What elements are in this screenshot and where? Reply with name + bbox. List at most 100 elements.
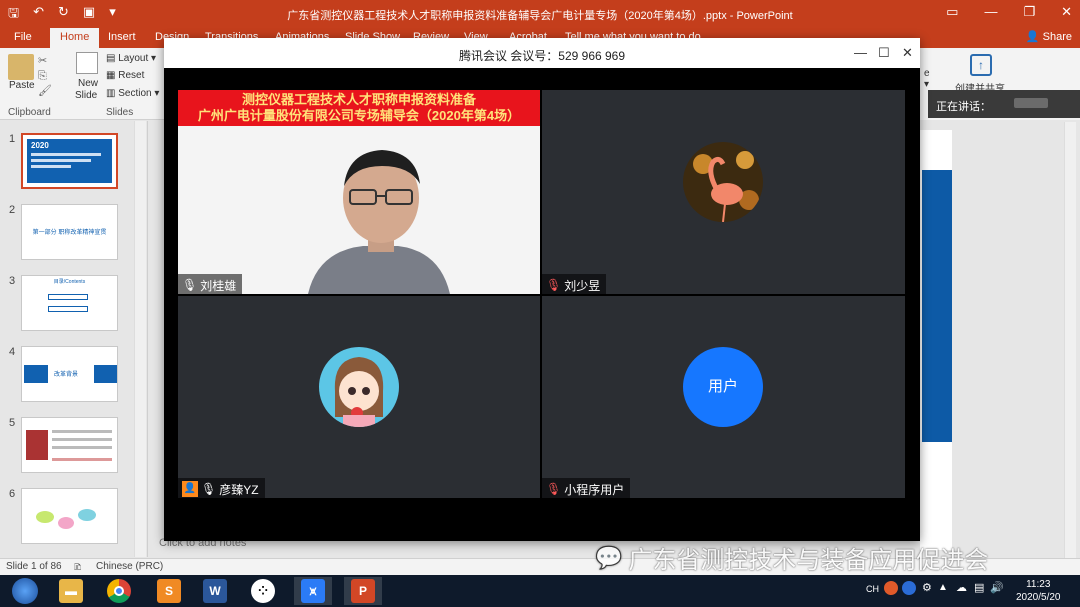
- video-tile-participant[interactable]: 用户 🎙 小程序用户: [542, 296, 905, 498]
- close-icon[interactable]: ✕: [1061, 4, 1072, 20]
- taskbar-app[interactable]: ⁘: [244, 577, 282, 605]
- slide-canvas-edge: [920, 130, 952, 550]
- canvas-scrollbar[interactable]: [1064, 122, 1076, 558]
- tab-home[interactable]: Home: [50, 28, 100, 48]
- flamingo-icon: [693, 151, 759, 222]
- show-hidden-icons[interactable]: ▲: [938, 582, 948, 593]
- new-slide-icon[interactable]: [76, 52, 98, 74]
- clock[interactable]: 11:23 2020/5/20: [1016, 578, 1061, 604]
- slide-number: 6: [9, 488, 16, 500]
- speaking-indicator: 正在讲话：: [928, 90, 1080, 118]
- video-tile-speaker[interactable]: 测控仪器工程技术人才职称申报资料准备 广州广电计量股份有限公司专场辅导会（202…: [178, 90, 540, 294]
- slides-group-label: Slides: [106, 107, 134, 118]
- video-banner: 测控仪器工程技术人才职称申报资料准备 广州广电计量股份有限公司专场辅导会（202…: [178, 90, 540, 126]
- slide-counter: Slide 1 of 86: [6, 561, 62, 572]
- close-icon[interactable]: ✕: [902, 45, 913, 61]
- slide-number: 1: [9, 133, 16, 145]
- thumb6-bubble: [58, 517, 74, 529]
- volume-icon[interactable]: 🔊: [990, 581, 1004, 594]
- microphone-icon: 🎙: [201, 482, 217, 496]
- cartoon-face: [339, 371, 379, 411]
- banner-line2: 广州广电计量股份有限公司专场辅导会（2020年第4场）: [197, 108, 521, 123]
- thumb5-line: [52, 430, 112, 433]
- thumb1-line: [31, 153, 101, 156]
- reset-button[interactable]: ▦ Reset: [106, 70, 144, 81]
- language-indicator[interactable]: Chinese (PRC): [96, 561, 163, 572]
- slide-number: 4: [9, 346, 16, 358]
- paste-icon[interactable]: [8, 54, 34, 80]
- participant-name: 彦臻YZ: [219, 482, 259, 497]
- slide-thumbnail-4[interactable]: 改革背景: [21, 346, 118, 402]
- thumb4-block: [94, 365, 117, 383]
- participant-name: 刘桂雄: [200, 278, 237, 293]
- tencent-meeting-window: 腾讯会议 会议号：529 966 969 — ☐ ✕ 测控仪器工程技术人才职称申…: [164, 38, 920, 541]
- start-button[interactable]: [6, 577, 44, 605]
- video-tile-participant[interactable]: 👤 🎙 彦臻YZ: [178, 296, 540, 498]
- share-button[interactable]: 👤 Share: [1026, 30, 1072, 43]
- cartoon-dress: [343, 415, 375, 427]
- slide-thumbnail-3[interactable]: 目录/Contents: [21, 275, 118, 331]
- new-slide-button-label1[interactable]: New: [78, 78, 98, 89]
- thumb4-block: [24, 365, 48, 383]
- thumb2-text: 第一部分 职称改革精神宣贯: [32, 230, 107, 236]
- taskbar-word[interactable]: W: [196, 577, 234, 605]
- thumb5-line: [52, 458, 112, 461]
- video-tile-participant[interactable]: 🎙 刘少昱: [542, 90, 905, 294]
- tencent-meeting-icon: ⩙: [301, 579, 325, 603]
- share-upload-icon[interactable]: ↑: [970, 54, 992, 76]
- banner-line1: 测控仪器工程技术人才职称申报资料准备: [241, 92, 476, 107]
- new-slide-button-label2[interactable]: Slide: [75, 90, 97, 101]
- microphone-muted-icon: 🎙: [546, 482, 562, 496]
- cartoon-eye: [348, 387, 356, 395]
- thumbnails-scrollbar[interactable]: [134, 121, 146, 557]
- sogou-ime-icon[interactable]: [884, 581, 898, 595]
- taskbar-powerpoint[interactable]: P: [344, 577, 382, 605]
- paste-button[interactable]: Paste: [9, 80, 35, 91]
- thumb3-box: [48, 294, 88, 300]
- video-frame: [178, 126, 540, 294]
- microphone-icon: 🎙: [182, 278, 198, 292]
- restore-icon[interactable]: ❐: [1023, 4, 1035, 20]
- thumb1-year: 2020: [31, 141, 49, 150]
- speaker-shoulders: [308, 246, 450, 294]
- thumb5-line: [52, 438, 112, 441]
- slide-thumbnail-1[interactable]: 2020: [21, 133, 118, 189]
- windows-logo-icon: [12, 578, 38, 604]
- ribbon-options-icon[interactable]: ▭: [946, 4, 958, 20]
- cloud-icon[interactable]: ☁: [956, 581, 967, 594]
- watermark-text: 广东省测控技术与装备应用促进会: [628, 546, 989, 574]
- taskbar-explorer[interactable]: ▬: [52, 577, 90, 605]
- ribbon-more-icon[interactable]: e ▾: [924, 68, 930, 90]
- minimize-icon[interactable]: —: [854, 45, 867, 60]
- taskbar-sublime[interactable]: S: [150, 577, 188, 605]
- window-controls: ▭ — ❐ ✕: [946, 4, 1072, 20]
- slide-thumbnail-6[interactable]: [21, 488, 118, 544]
- slide-number: 5: [9, 417, 16, 429]
- thumb3-box: [48, 306, 88, 312]
- host-badge-icon: 👤: [182, 481, 198, 497]
- minimize-icon[interactable]: —: [984, 4, 997, 20]
- tab-insert[interactable]: Insert: [108, 31, 136, 43]
- wechat-icon: 💬: [595, 544, 623, 570]
- thumb6-bubble: [78, 509, 96, 521]
- ime-settings-icon[interactable]: ⚙: [922, 581, 932, 594]
- network-icon[interactable]: ▤: [974, 581, 984, 594]
- layout-icon: ▤: [106, 53, 116, 64]
- input-language[interactable]: CH: [866, 584, 879, 594]
- sublime-icon: S: [157, 579, 181, 603]
- clock-time: 11:23: [1026, 579, 1051, 590]
- slide-thumbnail-5[interactable]: [21, 417, 118, 473]
- help-icon[interactable]: [902, 581, 916, 595]
- participant-name: 小程序用户: [564, 482, 625, 497]
- layout-button[interactable]: ▤ Layout ▾: [106, 53, 156, 64]
- maximize-icon[interactable]: ☐: [878, 45, 890, 61]
- person-icon: 👤: [1025, 31, 1040, 43]
- tab-file[interactable]: File: [14, 31, 32, 43]
- word-icon: W: [203, 579, 227, 603]
- slide-thumbnail-2[interactable]: 第一部分 职称改革精神宣贯: [21, 204, 118, 260]
- taskbar-chrome[interactable]: [100, 577, 138, 605]
- participant-name-tag: 🎙 刘少昱: [542, 274, 607, 294]
- slide-number: 3: [9, 275, 16, 287]
- taskbar-tencent-meeting[interactable]: ⩙: [294, 577, 332, 605]
- section-button[interactable]: ▥ Section ▾: [106, 88, 159, 99]
